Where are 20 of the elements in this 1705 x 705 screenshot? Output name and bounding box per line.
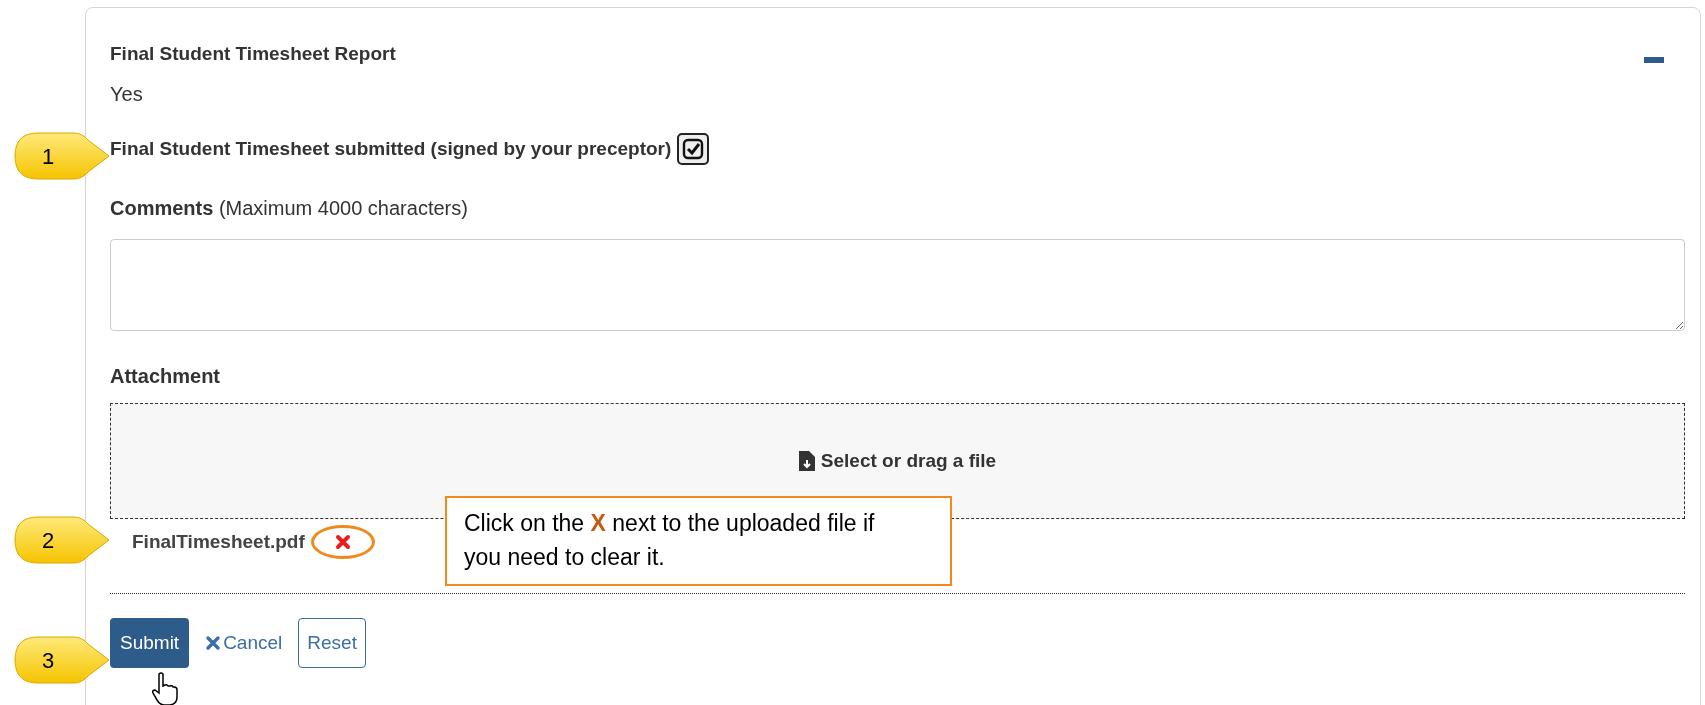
callout-marker: 1: [12, 130, 112, 182]
file-download-icon: [798, 451, 815, 471]
callout-marker: 2: [12, 514, 112, 566]
reset-button[interactable]: Reset: [298, 618, 366, 668]
comments-field[interactable]: [110, 239, 1685, 331]
attachment-label: Attachment: [110, 364, 221, 389]
remove-file-icon[interactable]: [334, 534, 351, 550]
comments-label: Comments (Maximum 4000 characters): [110, 196, 469, 221]
cancel-link[interactable]: Cancel: [201, 618, 287, 668]
checkbox-label: Final Student Timesheet submitted (signed by your preceptor): [110, 137, 672, 161]
callout-marker: 3: [12, 634, 112, 686]
hint-tooltip: Click on the X next to the uploaded file if you need to clear it.: [445, 496, 952, 586]
checkbox[interactable]: [677, 133, 710, 165]
check-icon: [682, 138, 705, 160]
dropzone-text: Select or drag a file: [820, 448, 997, 473]
file-name: FinalTimesheet.pdf: [132, 529, 305, 554]
close-icon: [205, 635, 222, 651]
section-value: Yes: [110, 82, 144, 107]
submit-button[interactable]: Submit: [110, 618, 190, 668]
section-title: Final Student Timesheet Report: [110, 42, 396, 66]
